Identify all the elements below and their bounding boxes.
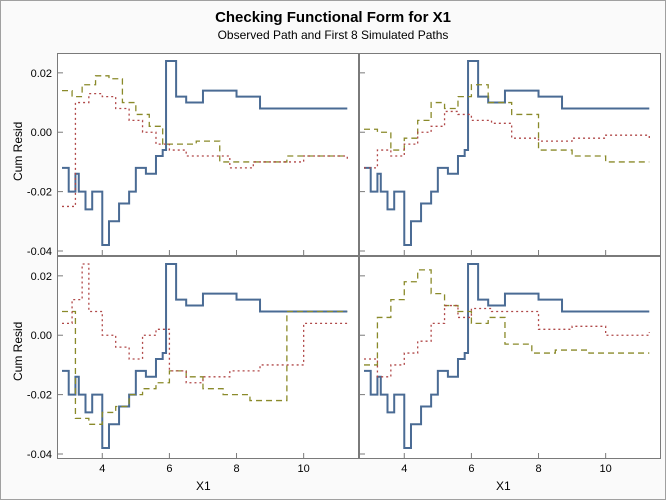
svg-text:0.02: 0.02 xyxy=(31,271,52,283)
panel-bottom-right: 46810 xyxy=(359,256,661,459)
svg-text:10: 10 xyxy=(298,463,310,475)
series-observed xyxy=(364,61,649,245)
svg-text:10: 10 xyxy=(600,463,612,475)
svg-text:-0.02: -0.02 xyxy=(27,187,52,199)
svg-text:8: 8 xyxy=(233,463,239,475)
chart-titles: Checking Functional Form for X1 Observed… xyxy=(1,1,665,42)
x-axis-label-col1: X1 xyxy=(196,479,211,493)
svg-text:8: 8 xyxy=(535,463,541,475)
series-observed xyxy=(62,61,347,245)
panel-grid: -0.04-0.020.000.02 -0.04-0.020.000.02468… xyxy=(57,53,653,459)
series-sim-7 xyxy=(364,270,649,365)
svg-text:6: 6 xyxy=(166,463,172,475)
svg-text:-0.04: -0.04 xyxy=(27,449,52,461)
panel-top-right xyxy=(359,53,661,256)
svg-text:0.00: 0.00 xyxy=(31,127,52,139)
chart-subtitle: Observed Path and First 8 Simulated Path… xyxy=(1,28,665,42)
chart-root: Checking Functional Form for X1 Observed… xyxy=(0,0,666,500)
panel-top-left: -0.04-0.020.000.02 xyxy=(57,53,359,256)
series-observed xyxy=(62,264,347,448)
svg-text:6: 6 xyxy=(468,463,474,475)
svg-text:4: 4 xyxy=(99,463,105,475)
series-sim-4 xyxy=(364,111,649,167)
series-sim-6 xyxy=(62,264,347,383)
plot-svg: -0.04-0.020.000.02 xyxy=(58,54,358,255)
series-sim-2 xyxy=(62,94,347,207)
series-sim-1 xyxy=(62,76,347,162)
svg-text:0.00: 0.00 xyxy=(31,330,52,342)
series-observed xyxy=(364,264,649,448)
plot-svg xyxy=(360,54,660,255)
plot-svg: 46810 xyxy=(360,257,660,458)
svg-text:-0.02: -0.02 xyxy=(27,390,52,402)
y-axis-label-row1: Cum Resid xyxy=(11,122,25,181)
series-sim-3 xyxy=(364,85,649,162)
x-axis-label-col2: X1 xyxy=(496,479,511,493)
series-sim-5 xyxy=(62,311,347,424)
y-axis-label-row2: Cum Resid xyxy=(11,322,25,381)
svg-text:4: 4 xyxy=(401,463,407,475)
panel-bottom-left: -0.04-0.020.000.0246810 xyxy=(57,256,359,459)
series-sim-8 xyxy=(364,306,649,377)
svg-text:-0.04: -0.04 xyxy=(27,246,52,258)
svg-text:0.02: 0.02 xyxy=(31,68,52,80)
chart-title: Checking Functional Form for X1 xyxy=(1,9,665,26)
plot-svg: -0.04-0.020.000.0246810 xyxy=(58,257,358,458)
